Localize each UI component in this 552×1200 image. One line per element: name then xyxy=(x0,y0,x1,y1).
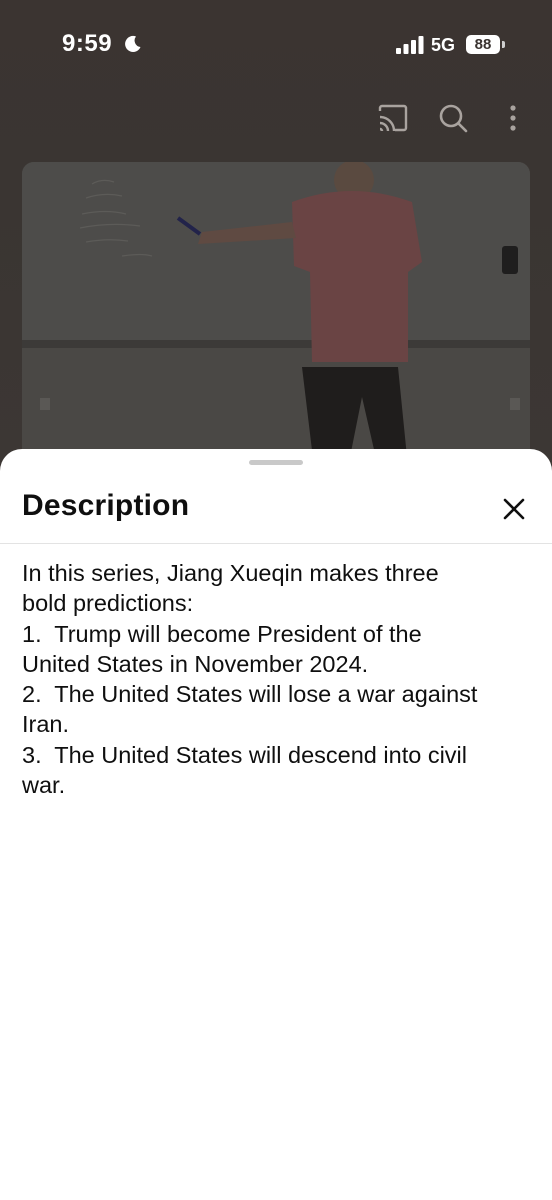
close-button[interactable] xyxy=(496,491,532,527)
video-thumbnail xyxy=(22,162,530,462)
description-line: 3. The United States will descend into c… xyxy=(22,741,467,768)
cast-icon xyxy=(378,104,408,132)
more-vert-icon xyxy=(510,105,516,131)
status-time: 9:59 xyxy=(62,30,113,57)
sheet-title: Description xyxy=(22,489,190,522)
close-icon xyxy=(503,498,525,520)
description-line: In this series, Jiang Xueqin makes three xyxy=(22,560,439,586)
cast-button[interactable] xyxy=(373,98,413,138)
description-line: war. xyxy=(22,772,66,799)
battery-level: 88 xyxy=(474,36,492,53)
search-icon xyxy=(439,104,468,133)
moon-icon xyxy=(125,35,141,52)
sheet-divider xyxy=(0,543,552,544)
signal-icon xyxy=(396,36,424,54)
description-line: bold predictions: xyxy=(22,590,194,617)
description-line: Iran. xyxy=(22,711,70,738)
sheet-grabber[interactable] xyxy=(249,460,303,465)
description-line: 2. The United States will lose a war aga… xyxy=(22,681,478,708)
description-sheet: Description In this series, Jiang Xueqin… xyxy=(0,449,552,1200)
network-label: 5G xyxy=(431,35,456,55)
search-button[interactable] xyxy=(433,98,473,138)
description-line: United States in November 2024. xyxy=(22,650,369,677)
battery-nub xyxy=(502,41,505,48)
description-text: In this series, Jiang Xueqin makes three… xyxy=(22,558,527,800)
video-player[interactable] xyxy=(22,162,530,462)
battery-icon: 88 xyxy=(466,35,500,54)
more-button[interactable] xyxy=(493,98,533,138)
description-line: 1. Trump will become President of the xyxy=(22,620,422,647)
status-bar: 9:59 5G 88 xyxy=(0,0,552,90)
